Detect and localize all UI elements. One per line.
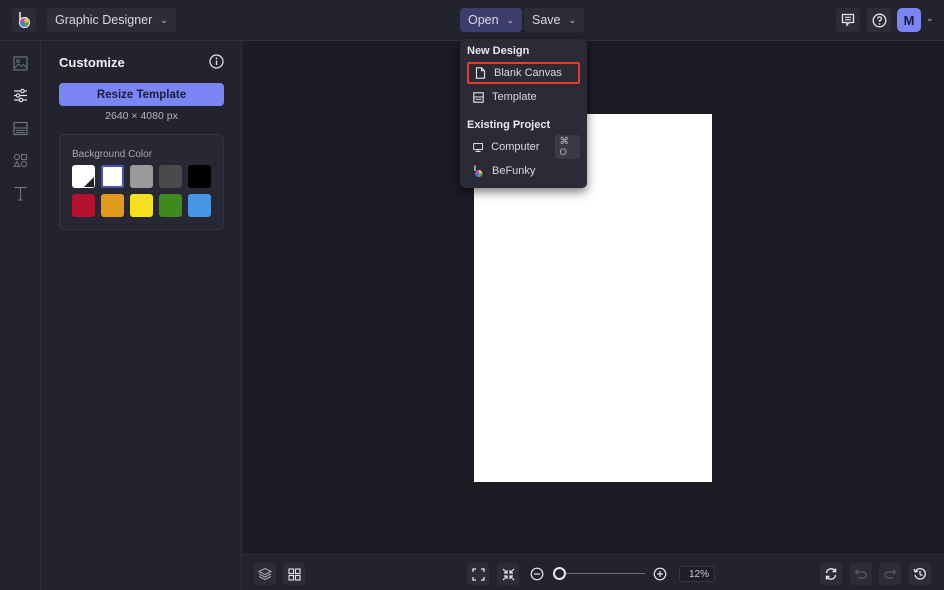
background-color-label: Background Color <box>72 149 153 160</box>
grid-icon <box>287 567 301 581</box>
customize-panel: Customize Resize Template 2640 × 4080 px… <box>41 41 242 590</box>
menu-item-blank-canvas[interactable]: Blank Canvas <box>467 62 580 84</box>
swatch-yellow[interactable] <box>130 194 153 217</box>
computer-label: Computer <box>491 141 540 153</box>
save-label: Save <box>532 13 561 27</box>
zoom-slider-track[interactable] <box>559 573 645 574</box>
open-menu: New Design Blank Canvas Template Existin… <box>460 39 587 188</box>
template-icon <box>473 91 484 103</box>
swatch-blue[interactable] <box>188 194 211 217</box>
layers-button[interactable] <box>254 563 276 585</box>
befunky-logo-icon <box>18 12 31 29</box>
rail-item-layouts[interactable] <box>10 118 31 139</box>
open-button[interactable]: Open ⌄ <box>460 8 523 32</box>
color-picker-icon <box>84 177 94 187</box>
actual-size-button[interactable] <box>497 563 519 585</box>
mode-label: Graphic Designer <box>55 13 153 27</box>
canvas-dimensions: 2640 × 4080 px <box>105 110 178 122</box>
template-label: Template <box>492 91 537 103</box>
user-avatar[interactable]: M <box>897 8 921 32</box>
befunky-logo-icon <box>474 165 483 177</box>
expand-icon <box>471 567 485 581</box>
chevron-down-icon[interactable]: ⌄ <box>926 13 934 24</box>
menu-item-template[interactable]: Template <box>467 86 580 108</box>
swatch-white[interactable] <box>101 165 124 188</box>
rail-item-text[interactable] <box>10 183 31 204</box>
save-button[interactable]: Save ⌄ <box>524 8 585 32</box>
redo-icon <box>884 569 897 579</box>
existing-project-header: Existing Project <box>467 119 551 131</box>
comments-button[interactable] <box>836 8 860 32</box>
zoom-in-icon <box>653 567 667 581</box>
resize-template-button[interactable]: Resize Template <box>59 83 224 106</box>
redo-button[interactable] <box>879 563 901 585</box>
befunky-logo[interactable] <box>12 8 36 32</box>
panel-title: Customize <box>59 55 125 70</box>
grid-view-button[interactable] <box>283 563 305 585</box>
swatch-dark-gray[interactable] <box>159 165 182 188</box>
refresh-button[interactable] <box>820 563 842 585</box>
chevron-down-icon: ⌄ <box>506 14 515 25</box>
zoom-out-icon <box>530 567 544 581</box>
bottom-toolbar: 12% <box>242 554 944 590</box>
swatch-black[interactable] <box>188 165 211 188</box>
befunky-label: BeFunky <box>492 165 536 177</box>
new-design-header: New Design <box>467 45 530 57</box>
swatch-custom[interactable] <box>72 165 95 188</box>
background-color-card: Background Color <box>59 134 224 230</box>
swatch-green[interactable] <box>159 194 182 217</box>
help-icon <box>872 13 886 27</box>
computer-shortcut: ⌘ O <box>555 135 580 159</box>
text-icon <box>14 186 27 201</box>
swatch-red[interactable] <box>72 194 95 217</box>
shapes-icon <box>13 153 28 168</box>
chevron-down-icon: ⌄ <box>568 14 577 25</box>
rail-item-graphics[interactable] <box>10 150 31 171</box>
image-icon <box>13 56 28 71</box>
computer-icon <box>473 142 483 152</box>
zoom-out-button[interactable] <box>526 563 548 585</box>
fit-to-screen-button[interactable] <box>467 563 489 585</box>
mode-dropdown[interactable]: Graphic Designer ⌄ <box>47 8 176 32</box>
undo-icon <box>854 569 867 579</box>
open-label: Open <box>468 13 499 27</box>
avatar-initial: M <box>903 12 915 28</box>
help-button[interactable] <box>867 8 891 32</box>
rail-item-customize[interactable] <box>10 85 31 106</box>
blank-canvas-label: Blank Canvas <box>494 67 562 79</box>
menu-item-befunky[interactable]: BeFunky <box>467 160 580 182</box>
zoom-slider-handle[interactable] <box>553 567 566 580</box>
chevron-down-icon: ⌄ <box>160 14 168 25</box>
tool-rail <box>0 41 41 590</box>
history-button[interactable] <box>909 563 931 585</box>
rail-item-image-manager[interactable] <box>10 53 31 74</box>
history-icon <box>913 568 926 580</box>
undo-button[interactable] <box>850 563 872 585</box>
canvas-stage <box>242 41 944 554</box>
layers-icon <box>258 567 272 581</box>
layout-icon <box>13 121 28 136</box>
collapse-icon <box>502 568 514 580</box>
sliders-icon <box>14 88 27 103</box>
top-bar: Graphic Designer ⌄ Open ⌄ Save ⌄ M ⌄ <box>0 0 944 41</box>
swatch-gray[interactable] <box>130 165 153 188</box>
sync-icon <box>825 568 837 580</box>
comment-icon <box>841 13 855 27</box>
info-icon[interactable] <box>209 54 224 69</box>
zoom-in-button[interactable] <box>649 563 671 585</box>
swatch-orange[interactable] <box>101 194 124 217</box>
menu-item-computer[interactable]: Computer ⌘ O <box>467 135 580 159</box>
file-icon <box>475 67 486 79</box>
zoom-level-input[interactable]: 12% <box>679 566 715 582</box>
